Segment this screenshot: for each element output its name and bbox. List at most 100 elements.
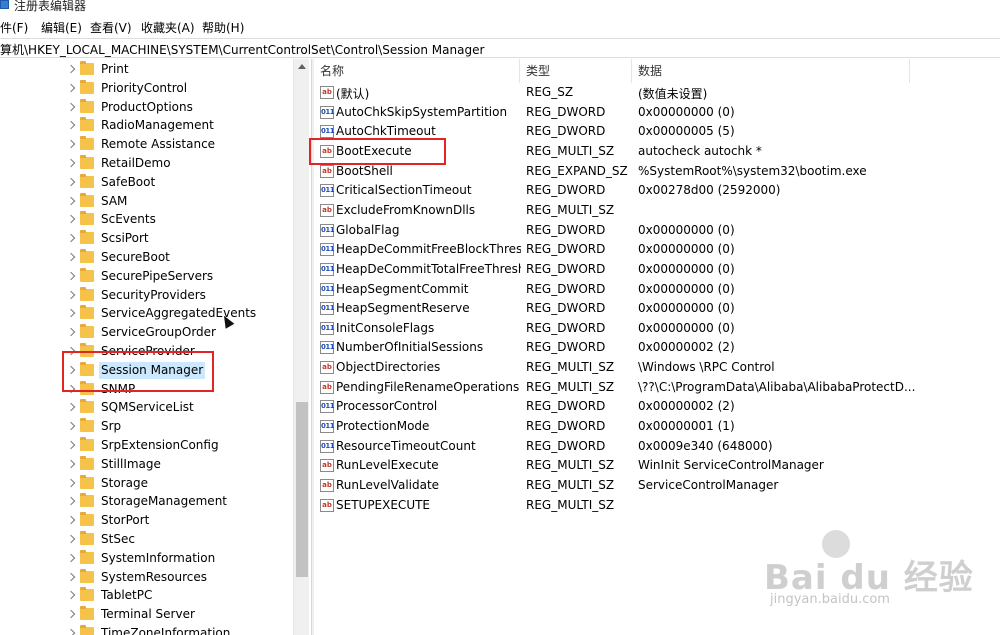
tree-item-label: StSec bbox=[101, 532, 135, 546]
tree-item[interactable]: PriorityControl bbox=[0, 79, 295, 98]
chevron-right-icon[interactable] bbox=[66, 64, 76, 74]
value-row[interactable]: 011 HeapDeCommitFreeBlockThres... REG_DWOR… bbox=[314, 240, 1000, 260]
tree-item[interactable]: StorPort bbox=[0, 511, 295, 530]
tree-item[interactable]: TimeZoneInformation bbox=[0, 624, 295, 635]
tree-item[interactable]: ServiceGroupOrder bbox=[0, 323, 295, 342]
scroll-up-arrow-icon[interactable] bbox=[298, 64, 306, 69]
tree-item[interactable]: SQMServiceList bbox=[0, 398, 295, 417]
tree-item[interactable]: Session Manager bbox=[0, 361, 295, 380]
menu-favorites[interactable]: 收藏夹(A) bbox=[141, 19, 195, 36]
tree-scrollbar[interactable] bbox=[293, 59, 309, 635]
tree-item[interactable]: SystemResources bbox=[0, 568, 295, 587]
address-path[interactable]: 计算机\HKEY_LOCAL_MACHINE\SYSTEM\CurrentCon… bbox=[0, 41, 484, 58]
chevron-right-icon[interactable] bbox=[66, 403, 76, 412]
menu-help[interactable]: 帮助(H) bbox=[202, 19, 244, 36]
tree-item[interactable]: ServiceAggregatedEvents bbox=[0, 304, 295, 323]
address-bar[interactable]: 计算机\HKEY_LOCAL_MACHINE\SYSTEM\CurrentCon… bbox=[0, 38, 1000, 58]
chevron-right-icon[interactable] bbox=[66, 609, 76, 619]
chevron-right-icon[interactable] bbox=[66, 271, 76, 281]
value-row[interactable]: 011 HeapDeCommitTotalFreeThresh REG_DWORD 0… bbox=[314, 260, 1000, 280]
chevron-right-icon[interactable] bbox=[66, 591, 76, 600]
chevron-right-icon[interactable] bbox=[66, 440, 76, 450]
value-row[interactable]: 011 CriticalSectionTimeout REG_DWORD 0x0027… bbox=[314, 181, 1000, 201]
chevron-right-icon[interactable] bbox=[66, 572, 76, 581]
chevron-right-icon[interactable] bbox=[66, 459, 76, 469]
value-row[interactable]: 011 InitConsoleFlags REG_DWORD 0x00000000 (… bbox=[314, 319, 1000, 339]
menu-view[interactable]: 查看(V) bbox=[90, 19, 132, 36]
value-row[interactable]: ab (默认) REG_SZ (数值未设置) bbox=[314, 83, 1000, 103]
tree-item[interactable]: TabletPC bbox=[0, 586, 295, 605]
tree-item[interactable]: SecurityProviders bbox=[0, 286, 295, 305]
tree-item[interactable]: SystemInformation bbox=[0, 549, 295, 568]
value-row[interactable]: 011 HeapSegmentReserve REG_DWORD 0x00000000… bbox=[314, 299, 1000, 319]
tree-item[interactable]: StSec bbox=[0, 530, 295, 549]
tree-item[interactable]: SecureBoot bbox=[0, 248, 295, 267]
value-row[interactable]: 011 AutoChkTimeout REG_DWORD 0x00000005 (5) bbox=[314, 122, 1000, 142]
value-row[interactable]: 011 NumberOfInitialSessions REG_DWORD 0x000… bbox=[314, 338, 1000, 358]
tree-item[interactable]: ScEvents bbox=[0, 210, 295, 229]
tree-item[interactable]: SNMP bbox=[0, 380, 295, 399]
value-row[interactable]: 011 HeapSegmentCommit REG_DWORD 0x00000000 … bbox=[314, 280, 1000, 300]
tree-item[interactable]: SecurePipeServers bbox=[0, 267, 295, 286]
chevron-right-icon[interactable] bbox=[66, 327, 76, 337]
tree-item[interactable]: RetailDemo bbox=[0, 154, 295, 173]
tree-item[interactable]: SrpExtensionConfig bbox=[0, 436, 295, 455]
tree-item[interactable]: StorageManagement bbox=[0, 492, 295, 511]
value-row[interactable]: 011 ProtectionMode REG_DWORD 0x00000001 (1) bbox=[314, 417, 1000, 437]
chevron-right-icon[interactable] bbox=[66, 196, 76, 205]
value-row[interactable]: ab SETUPEXECUTE REG_MULTI_SZ bbox=[314, 496, 1000, 516]
chevron-right-icon[interactable] bbox=[66, 252, 76, 262]
value-data: autocheck autochk * bbox=[638, 143, 762, 158]
chevron-right-icon[interactable] bbox=[66, 215, 76, 224]
tree-item[interactable]: ServiceProvider bbox=[0, 342, 295, 361]
chevron-right-icon[interactable] bbox=[66, 628, 76, 635]
value-name: ExcludeFromKnownDlls bbox=[336, 202, 476, 217]
chevron-right-icon[interactable] bbox=[66, 515, 76, 525]
value-row[interactable]: 011 ProcessorControl REG_DWORD 0x00000002 (… bbox=[314, 397, 1000, 417]
tree-item[interactable]: ScsiPort bbox=[0, 229, 295, 248]
chevron-right-icon[interactable] bbox=[66, 121, 76, 130]
column-header-name[interactable]: 名称 bbox=[314, 59, 520, 83]
chevron-right-icon[interactable] bbox=[66, 534, 76, 544]
chevron-right-icon[interactable] bbox=[66, 365, 76, 375]
menu-file[interactable]: 文件(F) bbox=[0, 19, 28, 36]
tree-item[interactable]: SAM bbox=[0, 192, 295, 211]
column-header-type[interactable]: 类型 bbox=[520, 59, 632, 83]
tree-item[interactable]: SafeBoot bbox=[0, 173, 295, 192]
value-row[interactable]: ab RunLevelValidate REG_MULTI_SZ ServiceCon… bbox=[314, 476, 1000, 496]
tree-item[interactable]: Remote Assistance bbox=[0, 135, 295, 154]
value-row[interactable]: 011 ResourceTimeoutCount REG_DWORD 0x0009e3… bbox=[314, 437, 1000, 457]
tree-item[interactable]: Terminal Server bbox=[0, 605, 295, 624]
value-row[interactable]: 011 AutoChkSkipSystemPartition REG_DWORD 0x… bbox=[314, 103, 1000, 123]
tree-item[interactable]: ProductOptions bbox=[0, 98, 295, 117]
tree-item[interactable]: RadioManagement bbox=[0, 116, 295, 135]
value-row[interactable]: ab RunLevelExecute REG_MULTI_SZ WinInit Ser… bbox=[314, 456, 1000, 476]
chevron-right-icon[interactable] bbox=[66, 177, 76, 187]
chevron-right-icon[interactable] bbox=[66, 290, 76, 299]
value-row[interactable]: ab ExcludeFromKnownDlls REG_MULTI_SZ bbox=[314, 201, 1000, 221]
tree-item[interactable]: Srp bbox=[0, 417, 295, 436]
value-row[interactable]: 011 GlobalFlag REG_DWORD 0x00000000 (0) bbox=[314, 221, 1000, 241]
chevron-right-icon[interactable] bbox=[66, 384, 76, 393]
value-row[interactable]: ab PendingFileRenameOperations REG_MULTI_S… bbox=[314, 378, 1000, 398]
chevron-right-icon[interactable] bbox=[66, 309, 76, 318]
chevron-right-icon[interactable] bbox=[66, 102, 76, 111]
column-header-data[interactable]: 数据 bbox=[632, 59, 910, 83]
value-row[interactable]: ab BootShell REG_EXPAND_SZ %SystemRoot%\sys… bbox=[314, 162, 1000, 182]
tree-item[interactable]: Storage bbox=[0, 474, 295, 493]
tree-item[interactable]: StillImage bbox=[0, 455, 295, 474]
chevron-right-icon[interactable] bbox=[66, 158, 76, 168]
chevron-right-icon[interactable] bbox=[66, 497, 76, 506]
value-row[interactable]: ab BootExecute REG_MULTI_SZ autocheck autoc… bbox=[314, 142, 1000, 162]
chevron-right-icon[interactable] bbox=[66, 139, 76, 149]
chevron-right-icon[interactable] bbox=[66, 233, 76, 243]
menu-edit[interactable]: 编辑(E) bbox=[41, 19, 82, 36]
chevron-right-icon[interactable] bbox=[66, 346, 76, 356]
scroll-thumb[interactable] bbox=[296, 402, 308, 577]
chevron-right-icon[interactable] bbox=[66, 478, 76, 487]
value-row[interactable]: ab ObjectDirectories REG_MULTI_SZ \Windows … bbox=[314, 358, 1000, 378]
chevron-right-icon[interactable] bbox=[66, 553, 76, 563]
chevron-right-icon[interactable] bbox=[66, 421, 76, 431]
chevron-right-icon[interactable] bbox=[66, 83, 76, 93]
tree-item[interactable]: Print bbox=[0, 60, 295, 79]
